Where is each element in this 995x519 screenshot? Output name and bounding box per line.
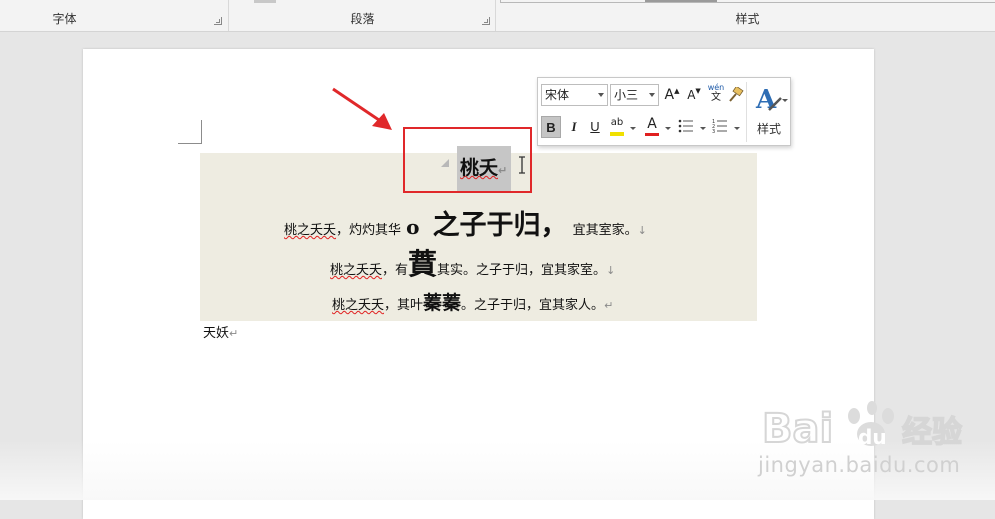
line-text: ，其叶 (384, 298, 424, 313)
annotation-highlight-box (403, 127, 532, 193)
annotation-arrow-icon (332, 87, 392, 130)
chevron-down-icon[interactable] (630, 127, 636, 130)
ribbon-group-paragraph-label: 段落 (350, 12, 375, 26)
line-break-icon: ↓ (637, 224, 647, 237)
line-text: 桃之夭夭 (284, 223, 337, 238)
line-text: 其实。之子于归，宜其家室。 (437, 263, 607, 278)
ribbon-group-styles: 样式 (500, 0, 995, 31)
shrink-font-button[interactable]: A▼ (684, 84, 704, 106)
italic-button[interactable]: I (564, 116, 584, 138)
highlight-color-bar (610, 132, 624, 136)
font-color-button[interactable]: A (642, 114, 662, 136)
chevron-down-icon[interactable] (649, 93, 655, 97)
ribbon-group-styles-label: 样式 (735, 12, 760, 26)
ribbon-group-font-label: 字体 (52, 12, 77, 26)
chevron-down-icon[interactable] (700, 127, 706, 130)
font-color-bar (645, 133, 659, 136)
chevron-down-icon[interactable] (665, 127, 671, 130)
mini-toolbar: 宋体 小三 A▲ A▼ wén 文 B I U ab A 1 2 3 A 样式 (537, 77, 791, 146)
line-text: 天妖 (203, 326, 230, 341)
line-text: ，灼灼其华 (336, 223, 402, 238)
font-size-value: 小三 (614, 88, 639, 102)
line-break-icon: ↓ (606, 264, 616, 277)
line-text: 。之子于归，宜其家人。 (461, 298, 605, 313)
paragraph-button-edge[interactable] (254, 0, 276, 3)
paragraph-mark-icon: ↵ (604, 299, 614, 312)
numbering-icon[interactable]: 1 2 3 (712, 118, 728, 134)
grow-font-button[interactable]: A▲ (662, 84, 682, 106)
phonetic-guide-button[interactable]: wén 文 (705, 83, 727, 105)
font-name-combo[interactable]: 宋体 (541, 84, 608, 106)
poem-line-3[interactable]: 桃之夭夭，其叶蓁蓁。之子于归，宜其家人。↵ (332, 288, 613, 315)
poem-line-1[interactable]: 桃之夭夭，灼灼其华 o 之子于归， 宜其室家。↓ (284, 203, 647, 242)
svg-text:3: 3 (712, 129, 715, 134)
svg-text:Bai: Bai (762, 406, 833, 452)
poem-line-4[interactable]: 天妖↵ (203, 322, 238, 341)
font-color-icon: A (647, 116, 657, 132)
watermark-site: jingyan.baidu.com (758, 453, 961, 477)
mini-toolbar-separator (746, 82, 747, 142)
chevron-down-icon[interactable] (782, 99, 788, 102)
ribbon: 字体 段落 样式 (0, 0, 995, 32)
paragraph-mark-icon: ↵ (229, 327, 239, 340)
underline-button[interactable]: U (585, 116, 605, 138)
highlight-icon: ab (610, 117, 624, 128)
line-text: 之子于归， (432, 210, 568, 241)
chevron-down-icon[interactable] (734, 127, 740, 130)
svg-text:du: du (858, 425, 887, 449)
ribbon-group-paragraph: 段落 (229, 0, 496, 31)
caret-down-icon: ▼ (695, 87, 701, 95)
font-name-value: 宋体 (545, 88, 570, 102)
grow-font-icon: A (664, 87, 675, 103)
svg-text:经验: 经验 (902, 415, 962, 450)
bullets-icon[interactable] (678, 118, 694, 134)
format-painter-icon[interactable] (728, 87, 744, 103)
font-size-combo[interactable]: 小三 (610, 84, 659, 106)
font-dialog-launcher-icon[interactable] (214, 17, 222, 25)
poem-line-2[interactable]: 桃之夭夭，有蕡其实。之子于归，宜其家室。↓ (330, 241, 615, 283)
line-text: 蓁蓁 (423, 292, 462, 314)
margin-corner-mark (178, 120, 202, 144)
line-text: 宜其室家。 (572, 223, 638, 238)
paragraph-dialog-launcher-icon[interactable] (482, 17, 490, 25)
caret-up-icon: ▲ (674, 87, 680, 95)
highlight-button[interactable]: ab (607, 114, 627, 136)
chevron-down-icon[interactable] (598, 93, 604, 97)
styles-button[interactable]: A 样式 (750, 82, 788, 142)
ribbon-separator (495, 0, 496, 31)
line-text: ，有 (382, 263, 409, 278)
line-text: 蕡 (408, 247, 438, 281)
line-text: 桃之夭夭 (330, 263, 383, 278)
line-text: 桃之夭夭 (332, 298, 385, 313)
phonetic-guide-icon-bottom: 文 (711, 92, 721, 103)
styles-label: 样式 (756, 122, 781, 136)
styles-icon: A (755, 85, 782, 114)
ribbon-group-font: 字体 (0, 0, 224, 31)
baidu-watermark-logo: Bai du 经验 (762, 401, 963, 453)
svg-text:A: A (755, 85, 777, 114)
line-text: o (406, 215, 420, 239)
bold-button[interactable]: B (541, 116, 561, 138)
